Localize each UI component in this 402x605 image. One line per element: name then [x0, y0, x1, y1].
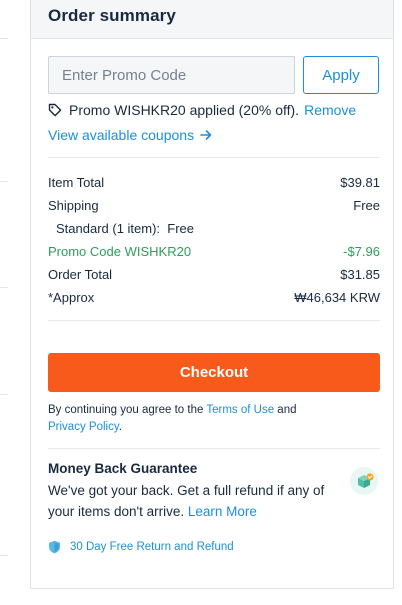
learn-more-link[interactable]: Learn More [188, 504, 257, 519]
shipping-detail-row: Standard (1 item): Free [48, 217, 380, 240]
return-policy-text: 30 Day Free Return and Refund [70, 541, 234, 553]
order-summary-panel: Order summary Apply Promo WISHKR20 appli… [30, 0, 394, 589]
apply-promo-button[interactable]: Apply [303, 56, 379, 94]
item-total-value: $39.81 [340, 175, 380, 190]
tag-icon [48, 103, 62, 117]
price-summary: Item Total $39.81 Shipping Free Standard… [48, 171, 380, 309]
arrow-right-icon [200, 130, 212, 140]
promo-discount-label: Promo Code WISHKR20 [48, 244, 192, 259]
promo-code-input[interactable] [48, 56, 295, 94]
shipping-row: Shipping Free [48, 194, 380, 217]
terms-of-use-link[interactable]: Terms of Use [206, 404, 274, 416]
guarantee-description: We've got your back. Get a full refund i… [48, 483, 325, 519]
divider [48, 320, 380, 321]
money-back-guarantee: Money Back Guarantee We've got your back… [48, 461, 380, 522]
approx-row: *Approx ₩46,634 KRW [48, 286, 380, 309]
privacy-policy-link[interactable]: Privacy Policy [48, 421, 119, 433]
order-summary-body: Apply Promo WISHKR20 applied (20% off). … [48, 56, 380, 554]
divider [48, 448, 380, 449]
approx-label: *Approx [48, 290, 95, 305]
promo-applied-text: Promo WISHKR20 applied (20% off). [69, 102, 300, 118]
checkout-button[interactable]: Checkout [48, 353, 380, 392]
panel-title: Order summary [48, 6, 176, 25]
order-total-row: Order Total $31.85 [48, 263, 380, 286]
guarantee-text: We've got your back. Get a full refund i… [48, 480, 348, 522]
divider [48, 157, 380, 158]
order-summary-header: Order summary [31, 0, 393, 39]
terms-middle: and [274, 404, 297, 416]
view-coupons-label: View available coupons [48, 127, 195, 143]
promo-row: Apply [48, 56, 380, 94]
item-total-row: Item Total $39.81 [48, 171, 380, 194]
terms-prefix: By continuing you agree to the [48, 404, 207, 416]
return-policy-row: 30 Day Free Return and Refund [48, 540, 380, 554]
left-page-edge [0, 0, 8, 605]
shipping-label: Shipping [48, 198, 99, 213]
terms-suffix: . [118, 421, 122, 433]
shipping-detail: Standard (1 item): Free [56, 221, 194, 236]
shipping-value: Free [353, 198, 380, 213]
terms-notice: By continuing you agree to the Terms of … [48, 402, 380, 436]
remove-promo-link[interactable]: Remove [304, 102, 356, 118]
promo-applied-row: Promo WISHKR20 applied (20% off). Remove [48, 102, 380, 118]
approx-value: ₩46,634 KRW [294, 290, 380, 305]
shield-icon [49, 540, 60, 554]
guarantee-title: Money Back Guarantee [48, 461, 198, 476]
box-icon [350, 467, 378, 495]
promo-discount-value: -$7.96 [343, 244, 380, 259]
order-total-label: Order Total [48, 267, 113, 282]
item-total-label: Item Total [48, 175, 105, 190]
order-total-value: $31.85 [340, 267, 380, 282]
view-coupons-link[interactable]: View available coupons [48, 127, 380, 143]
promo-discount-row: Promo Code WISHKR20 -$7.96 [48, 240, 380, 263]
